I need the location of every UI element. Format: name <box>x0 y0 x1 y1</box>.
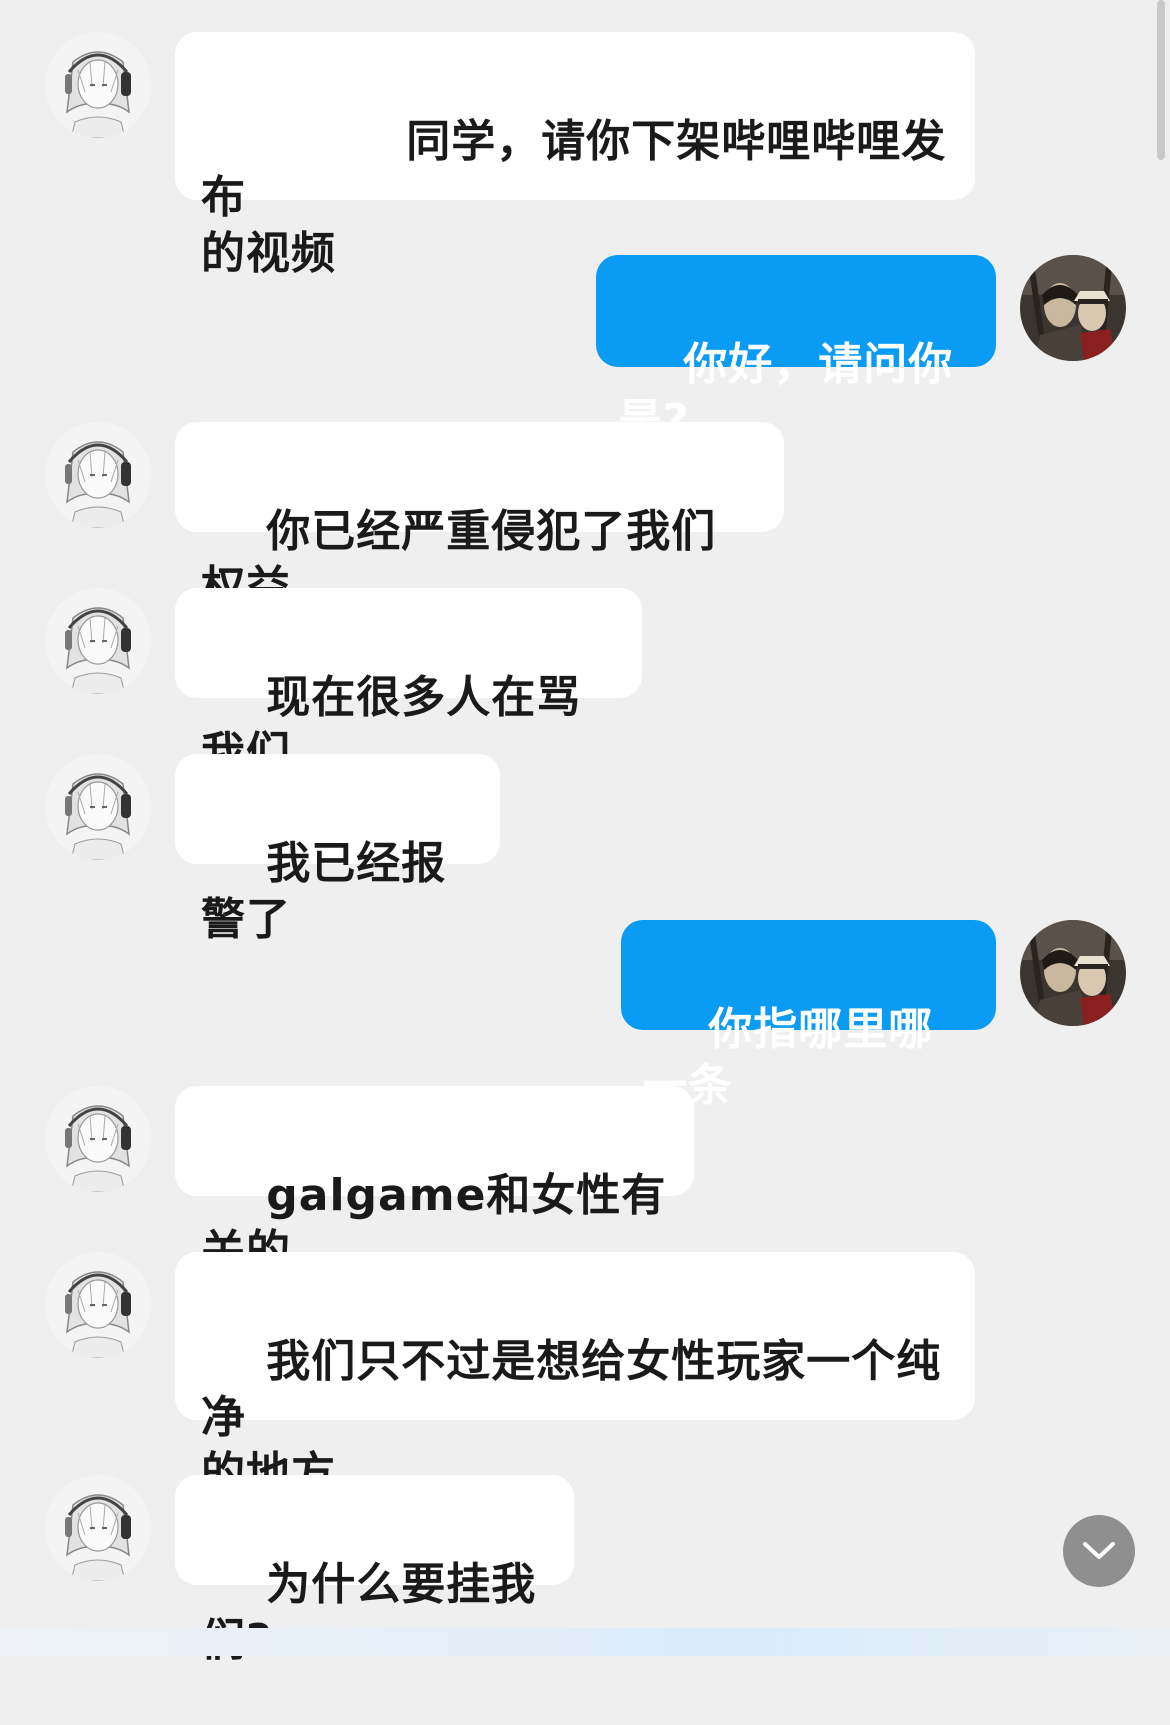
contact-avatar[interactable] <box>45 1475 151 1581</box>
incoming-message-bubble[interactable]: 你已经严重侵犯了我们权益 <box>175 422 784 613</box>
outgoing-message-bubble[interactable]: 你好，请问你是? <box>596 255 996 446</box>
message-text-line: 我们只不过是想给女性玩家一个纯净 <box>201 1336 942 1443</box>
manga-girl-headphones-icon <box>45 422 151 528</box>
self-avatar[interactable] <box>1020 255 1126 361</box>
incoming-message-bubble[interactable]: 现在很多人在骂我们 <box>175 588 642 779</box>
incoming-message-bubble[interactable]: 同学，请你下架哔哩哔哩发布 的视频 <box>175 32 975 279</box>
message-text: 我已经报警了 <box>201 838 447 945</box>
scroll-to-bottom-button[interactable] <box>1063 1515 1135 1587</box>
message-text-line: 的视频 <box>201 228 336 279</box>
incoming-message-bubble[interactable]: 我已经报警了 <box>175 754 500 945</box>
outgoing-message-bubble[interactable]: 你指哪里哪一条 <box>621 920 996 1111</box>
incoming-message-bubble[interactable]: 为什么要挂我们? <box>175 1475 574 1666</box>
chat-message-list[interactable]: 同学，请你下架哔哩哔哩发布 的视频 你好，请问你是? 你已经严重侵犯了我们 现在… <box>0 0 1170 1666</box>
chevron-down-icon <box>1083 1542 1115 1559</box>
redacted-name-mask <box>266 124 407 164</box>
contact-avatar[interactable] <box>45 588 151 694</box>
manga-girl-headphones-icon <box>45 1252 151 1358</box>
self-avatar[interactable] <box>1020 920 1126 1026</box>
scrollbar-thumb[interactable] <box>1157 0 1165 160</box>
incoming-message-bubble[interactable]: galgame和女性有关的 <box>175 1086 694 1277</box>
manga-girl-headphones-icon <box>45 32 151 138</box>
contact-avatar[interactable] <box>45 1086 151 1192</box>
manga-girl-headphones-icon <box>45 1086 151 1192</box>
manga-girl-headphones-icon <box>45 754 151 860</box>
contact-avatar[interactable] <box>45 32 151 138</box>
incoming-message-bubble[interactable]: 我们只不过是想给女性玩家一个纯净 的地方 <box>175 1252 975 1499</box>
dark-anime-character-icon <box>1020 255 1126 361</box>
input-bar-edge <box>0 1628 1170 1656</box>
contact-avatar[interactable] <box>45 754 151 860</box>
manga-girl-headphones-icon <box>45 588 151 694</box>
dark-anime-character-icon <box>1020 920 1126 1026</box>
contact-avatar[interactable] <box>45 1252 151 1358</box>
manga-girl-headphones-icon <box>45 1475 151 1581</box>
contact-avatar[interactable] <box>45 422 151 528</box>
